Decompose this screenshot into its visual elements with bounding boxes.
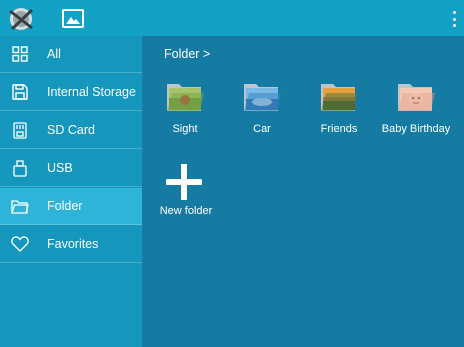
usb-icon (11, 159, 29, 177)
folder-item-friends[interactable]: Friends (301, 80, 377, 140)
plus-icon (166, 164, 202, 200)
folder-icon (11, 197, 29, 215)
heart-icon (11, 235, 29, 253)
sidebar-item-label: USB (47, 161, 73, 175)
new-folder-label: New folder (159, 205, 213, 217)
sd-card-icon (11, 121, 29, 139)
folder-label: Friends (320, 123, 358, 135)
folder-thumbnail-icon (165, 80, 205, 114)
breadcrumb[interactable]: Folder > (164, 47, 210, 61)
folder-thumbnail-icon (319, 80, 359, 114)
folder-content: Folder > Sight Car Friends Baby Birthday… (142, 36, 464, 347)
sidebar-item-label: Internal Storage (47, 85, 136, 99)
folder-item-sight[interactable]: Sight (147, 80, 223, 140)
folder-thumbnail-icon (242, 80, 282, 114)
app-logo-icon[interactable] (8, 6, 36, 32)
image-icon[interactable] (62, 9, 84, 28)
folder-thumbnail-icon (396, 80, 436, 114)
sidebar: All Internal Storage SD Card USB Folder … (0, 36, 142, 347)
folder-label: Sight (172, 123, 198, 135)
floppy-icon (11, 83, 29, 101)
more-vertical-icon[interactable] (449, 8, 459, 30)
top-bar (0, 0, 464, 36)
sidebar-item-sd-card[interactable]: SD Card (0, 112, 142, 149)
sidebar-item-internal-storage[interactable]: Internal Storage (0, 74, 142, 111)
grid-icon (11, 45, 29, 63)
folder-label: Baby Birthday (381, 123, 451, 135)
sidebar-item-folder[interactable]: Folder (0, 188, 142, 225)
sidebar-item-label: Favorites (47, 237, 99, 251)
folder-label: Car (253, 123, 271, 135)
sidebar-item-favorites[interactable]: Favorites (0, 226, 142, 263)
sidebar-item-usb[interactable]: USB (0, 150, 142, 187)
sidebar-item-label: All (47, 47, 61, 61)
folder-item-car[interactable]: Car (224, 80, 300, 140)
sidebar-item-all[interactable]: All (0, 36, 142, 73)
sidebar-item-label: Folder (47, 199, 83, 213)
new-folder-button[interactable]: New folder (156, 164, 216, 220)
folder-item-baby-birthday[interactable]: Baby Birthday (378, 80, 454, 140)
sidebar-item-label: SD Card (47, 123, 95, 137)
